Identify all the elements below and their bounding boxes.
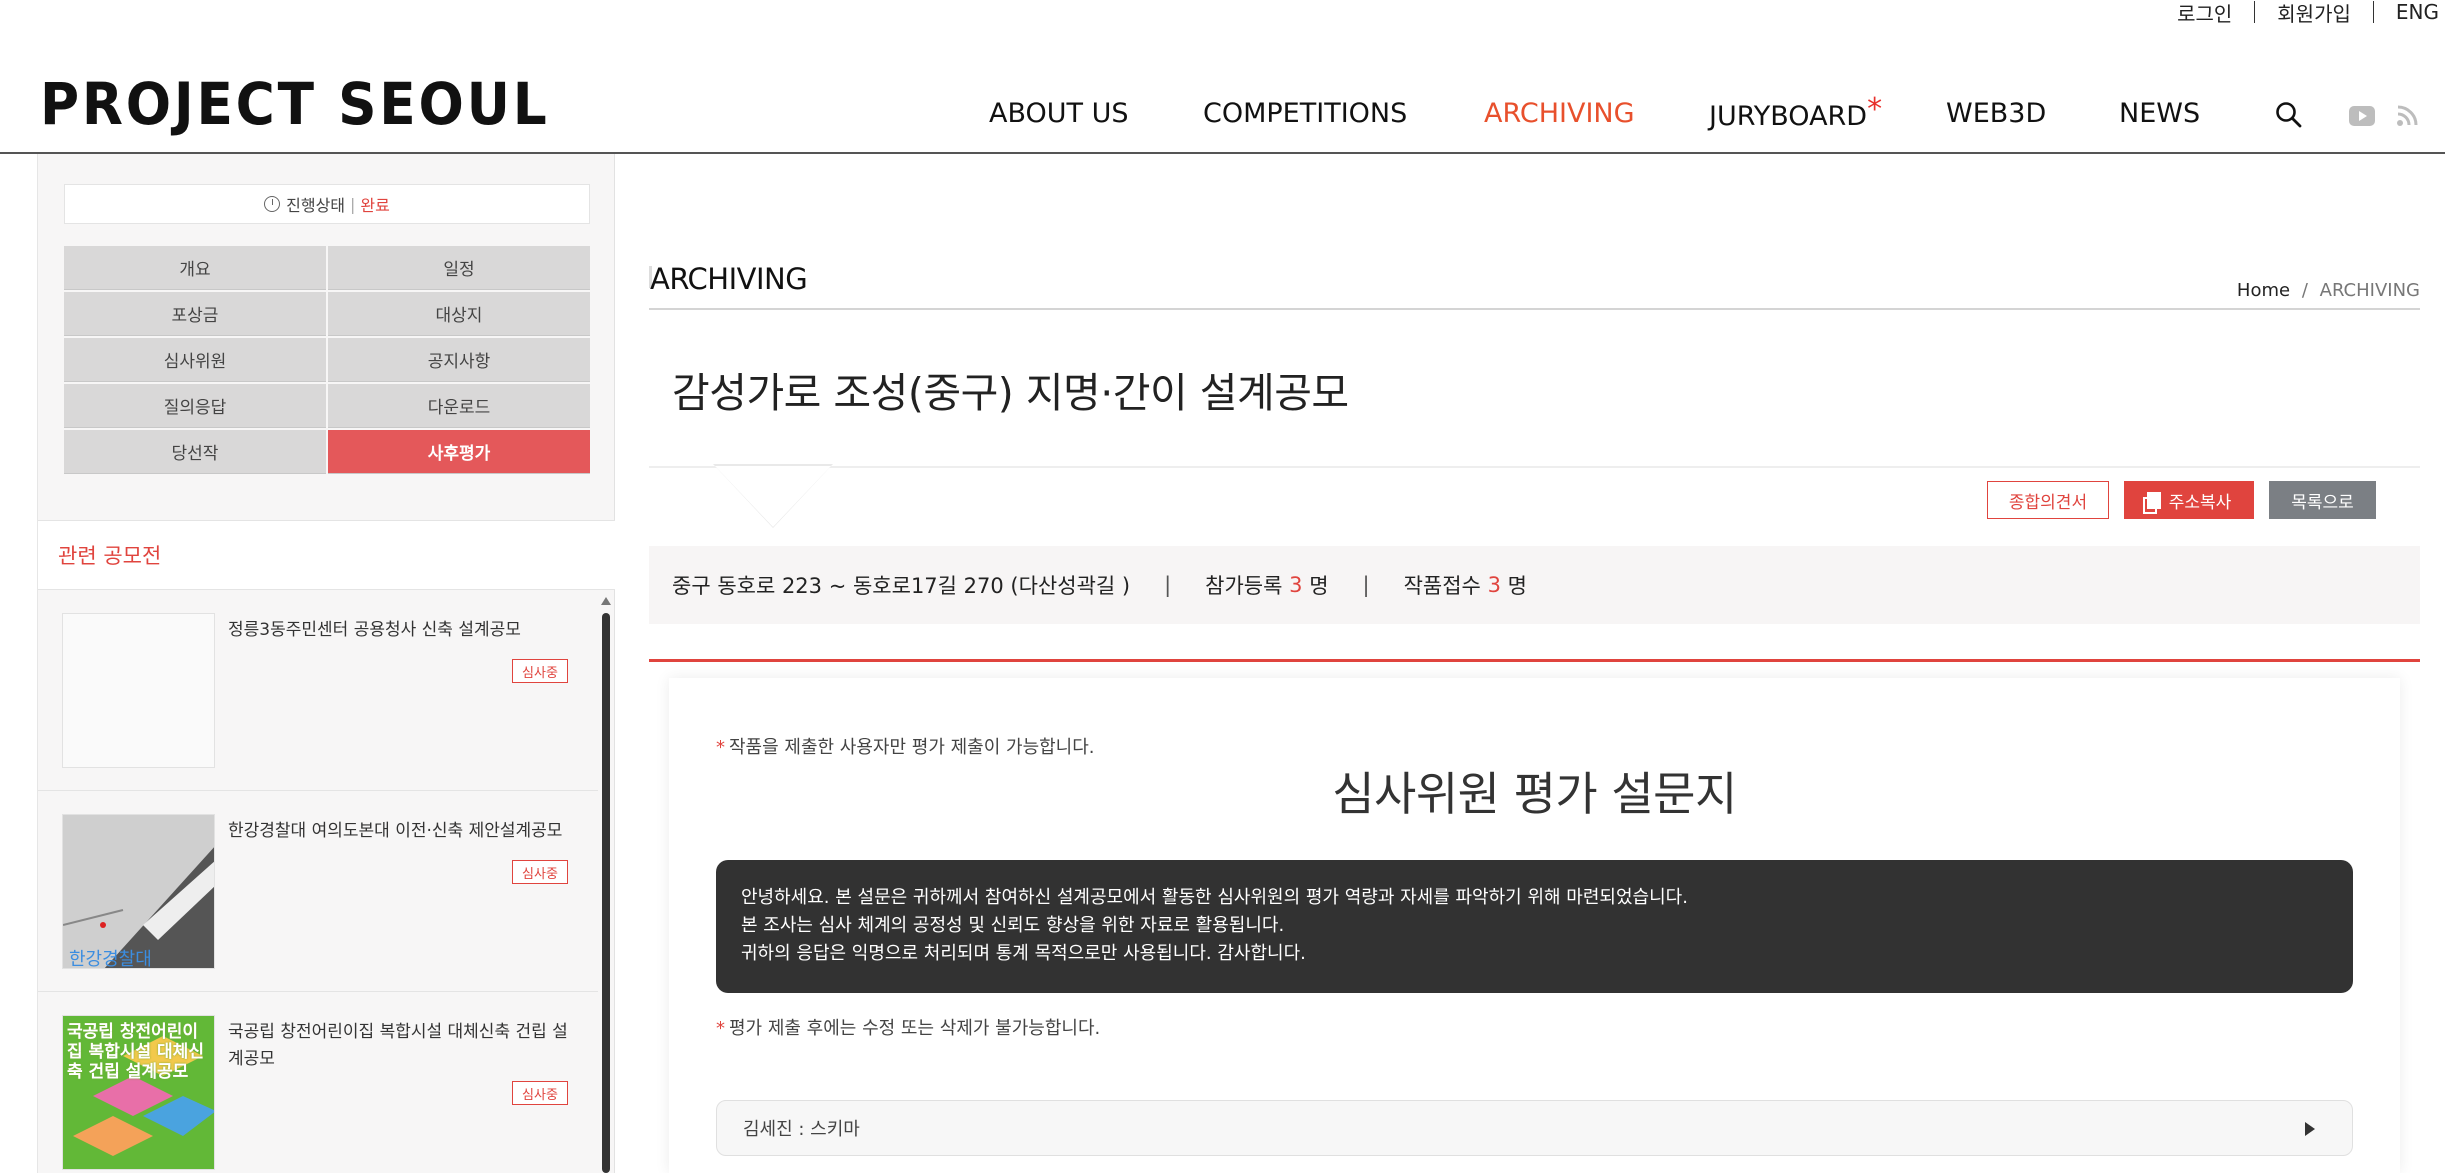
meta-divider: | (1164, 573, 1172, 597)
nav-web3d[interactable]: WEB3D (1946, 98, 2046, 129)
copy-icon (2142, 491, 2161, 514)
required-asterisk: * (716, 1018, 725, 1039)
copy-address-label: 주소복사 (2168, 492, 2232, 513)
nav-news[interactable]: NEWS (2119, 98, 2200, 129)
submissions-unit: 명 (1507, 574, 1527, 598)
opinion-report-button[interactable]: 종합의견서 (1987, 481, 2109, 519)
page-title: ARCHIVING (650, 262, 808, 296)
competition-thumbnail: 국공립 창전어린이집 복합시설 대체신축 건립 설계공모 (62, 1015, 215, 1170)
competition-meta: 중구 동호로 223 ~ 동호로17길 270 (다산성곽길 ) | 참가등록 … (649, 546, 2420, 624)
status-label: 진행상태 (286, 196, 346, 215)
sidebar: 진행상태 | 완료 개요 일정 포상금 대상지 심사위원 공지사항 질의응답 다… (37, 154, 615, 1173)
nav-archiving[interactable]: ARCHIVING (1484, 98, 1635, 129)
survey-panel: * 작품을 제출한 사용자만 평가 제출이 가능합니다. 심사위원 평가 설문지 … (669, 678, 2400, 1173)
competition-thumbnail (62, 613, 215, 768)
meta-divider: | (1362, 573, 1370, 597)
breadcrumb-separator: / (2301, 280, 2308, 301)
breadcrumb-home[interactable]: Home (2237, 280, 2290, 301)
main-content: ARCHIVING Home / ARCHIVING 감성가로 조성(중구) 지… (616, 154, 2445, 1173)
clock-icon (264, 196, 281, 212)
competition-name[interactable]: 한강경찰대 여의도본대 이전·신축 제안설계공모 (228, 818, 578, 845)
registrations-unit: 명 (1309, 574, 1329, 598)
menu-schedule[interactable]: 일정 (328, 246, 590, 290)
menu-jury[interactable]: 심사위원 (64, 338, 326, 382)
survey-intro: 안녕하세요. 본 설문은 귀하께서 참여하신 설계공모에서 활동한 심사위원의 … (716, 860, 2353, 993)
juror-name: 김세진 : 스키마 (743, 1119, 860, 1140)
thumbnail-text: 한강경찰대 (69, 949, 152, 969)
nav-juryboard[interactable]: JURYBOARD* (1709, 92, 1882, 133)
menu-notices[interactable]: 공지사항 (328, 338, 590, 382)
back-to-list-button[interactable]: 목록으로 (2269, 481, 2376, 519)
poster-text: 국공립 창전어린이집 복합시설 대체신축 건립 설계공모 (67, 1022, 204, 1082)
menu-post-evaluation[interactable]: 사후평가 (328, 430, 590, 474)
new-star: * (1867, 92, 1883, 127)
menu-overview[interactable]: 개요 (64, 246, 326, 290)
divider (649, 466, 2420, 468)
list-item[interactable]: 정릉3동주민센터 공용청사 신축 설계공모 심사중 (38, 591, 598, 791)
submissions-label: 작품접수 (1403, 574, 1481, 598)
scroll-up-arrow-icon[interactable] (601, 597, 611, 605)
status-divider: | (350, 194, 356, 214)
poster-image: 국공립 창전어린이집 복합시설 대체신축 건립 설계공모 (63, 1016, 214, 1169)
menu-site[interactable]: 대상지 (328, 292, 590, 336)
nav-juryboard-label: JURYBOARD (1709, 101, 1868, 132)
no-edit-note-text: 평가 제출 후에는 수정 또는 삭제가 불가능합니다. (729, 1018, 1101, 1039)
competition-title: 감성가로 조성(중구) 지명·간이 설계공모 (672, 369, 1349, 417)
menu-prize[interactable]: 포상금 (64, 292, 326, 336)
site-header: PROJECT SEOUL ABOUT US COMPETITIONS ARCH… (0, 0, 2445, 154)
juror-accordion[interactable]: 김세진 : 스키마 (716, 1100, 2353, 1156)
eligibility-note: * 작품을 제출한 사용자만 평가 제출이 가능합니다. (716, 733, 1095, 759)
eligibility-note-text: 작품을 제출한 사용자만 평가 제출이 가능합니다. (729, 737, 1095, 758)
rss-icon[interactable] (2396, 105, 2418, 127)
nav-competitions[interactable]: COMPETITIONS (1203, 98, 1407, 129)
related-competitions-list: 정릉3동주민센터 공용청사 신축 설계공모 심사중 한강경찰대 한강경찰대 여의… (38, 591, 615, 1173)
intro-line: 귀하의 응답은 익명으로 처리되며 통계 목적으로만 사용됩니다. 감사합니다. (741, 943, 1306, 964)
list-item[interactable]: 국공립 창전어린이집 복합시설 대체신축 건립 설계공모 국공립 창전어린이집 … (38, 993, 598, 1173)
divider (649, 659, 2420, 662)
breadcrumb-current: ARCHIVING (2319, 280, 2420, 301)
survey-title: 심사위원 평가 설문지 (1332, 767, 1737, 821)
competition-thumbnail: 한강경찰대 (62, 814, 215, 969)
sidebar-scrollbar[interactable] (600, 591, 612, 1173)
registrations-count: 3 (1289, 573, 1303, 597)
menu-qna[interactable]: 질의응답 (64, 384, 326, 428)
competition-name[interactable]: 국공립 창전어린이집 복합시설 대체신축 건립 설계공모 (228, 1019, 578, 1073)
competition-name[interactable]: 정릉3동주민센터 공용청사 신축 설계공모 (228, 617, 578, 644)
main-nav: ABOUT US COMPETITIONS ARCHIVING JURYBOAR… (0, 92, 2445, 138)
status-badge: 심사중 (512, 860, 568, 884)
pointer-notch-inner (715, 466, 831, 527)
related-competitions-title: 관련 공모전 (38, 520, 615, 590)
expand-arrow-icon[interactable] (2305, 1122, 2315, 1136)
status-badge: 심사중 (512, 659, 568, 683)
intro-line: 본 조사는 심사 체계의 공정성 및 신뢰도 향상을 위한 자료로 활용됩니다. (741, 915, 1285, 936)
menu-winners[interactable]: 당선작 (64, 430, 326, 474)
status-box: 진행상태 | 완료 (64, 184, 590, 224)
nav-about-us[interactable]: ABOUT US (989, 98, 1129, 129)
intro-line: 안녕하세요. 본 설문은 귀하께서 참여하신 설계공모에서 활동한 심사위원의 … (741, 887, 1688, 908)
no-edit-note: * 평가 제출 후에는 수정 또는 삭제가 불가능합니다. (716, 1014, 1100, 1040)
breadcrumb: Home / ARCHIVING (2237, 280, 2420, 301)
competition-menu: 개요 일정 포상금 대상지 심사위원 공지사항 질의응답 다운로드 당선작 사후… (64, 246, 590, 474)
status-badge: 심사중 (512, 1081, 568, 1105)
submissions-count: 3 (1487, 573, 1501, 597)
status-value: 완료 (360, 196, 390, 215)
registrations-label: 참가등록 (1205, 574, 1283, 598)
site-address: 중구 동호로 223 ~ 동호로17길 270 (다산성곽길 ) (672, 574, 1131, 598)
youtube-icon[interactable] (2349, 106, 2375, 126)
required-asterisk: * (716, 737, 725, 758)
copy-address-button[interactable]: 주소복사 (2124, 481, 2254, 519)
aerial-photo-image: 한강경찰대 (63, 815, 214, 969)
menu-download[interactable]: 다운로드 (328, 384, 590, 428)
scrollbar-thumb[interactable] (602, 613, 610, 1173)
search-icon[interactable] (2275, 101, 2303, 129)
list-item[interactable]: 한강경찰대 한강경찰대 여의도본대 이전·신축 제안설계공모 심사중 (38, 792, 598, 992)
divider (649, 308, 2420, 310)
